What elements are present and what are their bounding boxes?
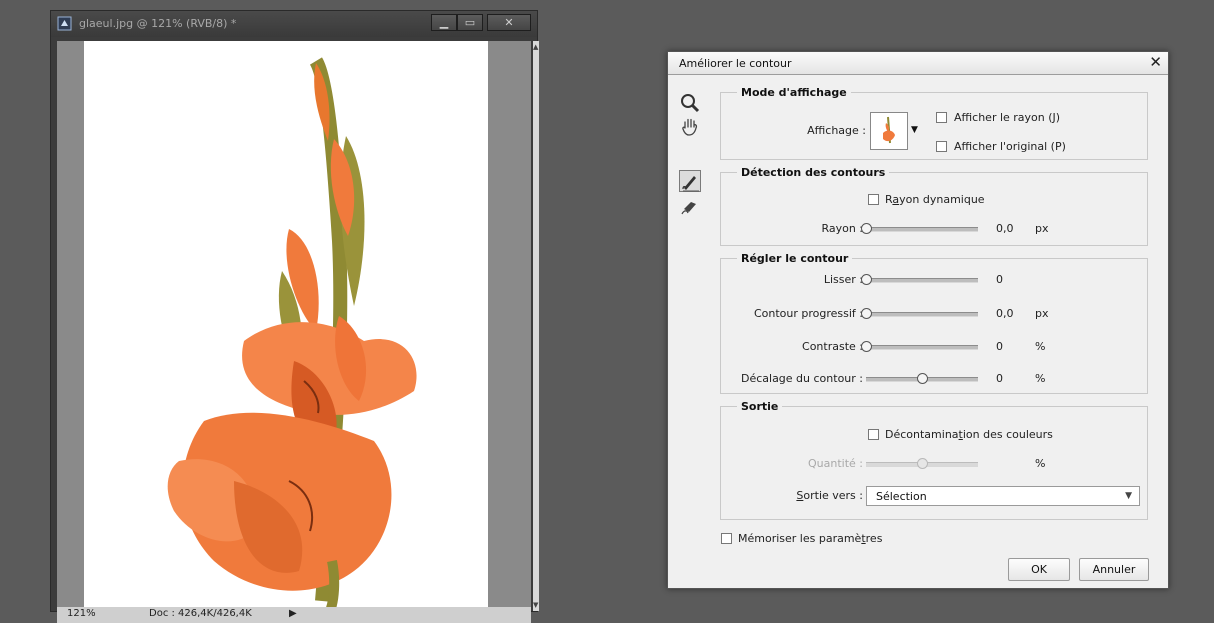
status-bar: 121% Doc : 426,4K/426,4K ▶ [57,607,531,623]
zoom-level[interactable]: 121% [67,608,96,619]
contrast-label: Contraste : [802,340,863,353]
view-dropdown-arrow-icon[interactable]: ▼ [911,125,918,135]
show-radius-checkbox[interactable] [936,112,947,123]
output-to-select[interactable]: Sélection ▼ [866,486,1140,506]
radius-slider-thumb[interactable] [861,223,872,234]
document-titlebar[interactable]: glaeul.jpg @ 121% (RVB/8) * ▁ ▭ ✕ [51,11,537,37]
feather-slider[interactable] [861,308,978,320]
scroll-down-icon[interactable]: ▼ [533,601,538,609]
shift-edge-unit: % [1035,372,1046,385]
shift-edge-label: Décalage du contour : [740,372,863,385]
chevron-down-icon[interactable]: ▼ [1125,491,1132,501]
shift-edge-value: 0 [996,372,1003,385]
flower-thumbnail-icon [883,116,895,144]
maximize-button[interactable]: ▭ [457,14,483,31]
view-mode-legend: Mode d'affichage [741,86,847,99]
elements-app-icon [57,16,72,31]
radius-slider[interactable] [861,223,978,235]
output-to-label: Sortie vers : [796,489,863,502]
dialog-title: Améliorer le contour [679,57,792,70]
edge-detection-legend: Détection des contours [741,166,886,179]
contrast-unit: % [1035,340,1046,353]
output-legend: Sortie [741,400,779,413]
minimize-button[interactable]: ▁ [431,14,457,31]
erase-refinements-icon[interactable] [679,196,701,218]
show-original-label: Afficher l'original (P) [954,140,1066,153]
show-original-checkbox[interactable] [936,141,947,152]
view-mode-group: Mode d'affichage [720,86,1148,160]
show-radius-label: Afficher le rayon (J) [954,111,1061,124]
vertical-scrollbar[interactable]: ▲ ▼ [533,41,539,611]
zoom-icon[interactable] [679,92,701,114]
contrast-slider[interactable] [861,341,978,353]
remember-settings-label: Mémoriser les paramètres [738,532,883,545]
decontaminate-colors-label: Décontamination des couleurs [885,428,1053,441]
feather-label: Contour progressif : [753,307,863,320]
image-page [84,41,488,607]
shift-edge-slider-thumb[interactable] [917,373,928,384]
cancel-button[interactable]: Annuler [1079,558,1149,581]
contrast-slider-thumb[interactable] [861,341,872,352]
smooth-value: 0 [996,273,1003,286]
refine-edge-dialog: Améliorer le contour ✕ Mode d'affichage … [667,51,1169,589]
ok-button[interactable]: OK [1008,558,1070,581]
radius-value: 0,0 [996,222,1014,235]
feather-unit: px [1035,307,1049,320]
amount-slider[interactable] [866,458,978,470]
amount-label: Quantité : [808,457,863,470]
shift-edge-slider[interactable] [866,373,978,385]
output-to-value: Sélection [876,490,927,503]
decontaminate-colors-checkbox[interactable] [868,429,879,440]
close-dialog-icon[interactable]: ✕ [1149,53,1162,71]
image-canvas[interactable] [57,41,531,607]
feather-slider-thumb[interactable] [861,308,872,319]
document-window: glaeul.jpg @ 121% (RVB/8) * ▁ ▭ ✕ ▲ ▼ 12… [50,10,539,623]
amount-slider-thumb[interactable] [917,458,928,469]
smooth-label: Lisser : [823,273,863,286]
view-preview-thumbnail[interactable] [870,112,908,150]
hand-icon[interactable] [679,116,701,138]
dialog-titlebar[interactable]: Améliorer le contour ✕ [668,52,1168,75]
smart-radius-label: Rayon dynamique [885,193,985,206]
scroll-up-icon[interactable]: ▲ [533,43,538,51]
radius-label: Rayon : [821,222,863,235]
close-document-button[interactable]: ✕ [487,14,531,31]
document-size-info: Doc : 426,4K/426,4K [149,608,252,619]
contrast-value: 0 [996,340,1003,353]
smooth-slider[interactable] [861,274,978,286]
amount-unit: % [1035,457,1046,470]
refine-radius-brush-icon[interactable] [679,170,701,192]
feather-value: 0,0 [996,307,1014,320]
smart-radius-checkbox[interactable] [868,194,879,205]
document-title: glaeul.jpg @ 121% (RVB/8) * [79,17,237,30]
gladiolus-flower-image [167,57,417,607]
smooth-slider-thumb[interactable] [861,274,872,285]
status-menu-arrow-icon[interactable]: ▶ [289,608,297,619]
radius-unit: px [1035,222,1049,235]
remember-settings-checkbox[interactable] [721,533,732,544]
view-label: Affichage : [807,124,866,137]
adjust-edge-legend: Régler le contour [741,252,849,265]
